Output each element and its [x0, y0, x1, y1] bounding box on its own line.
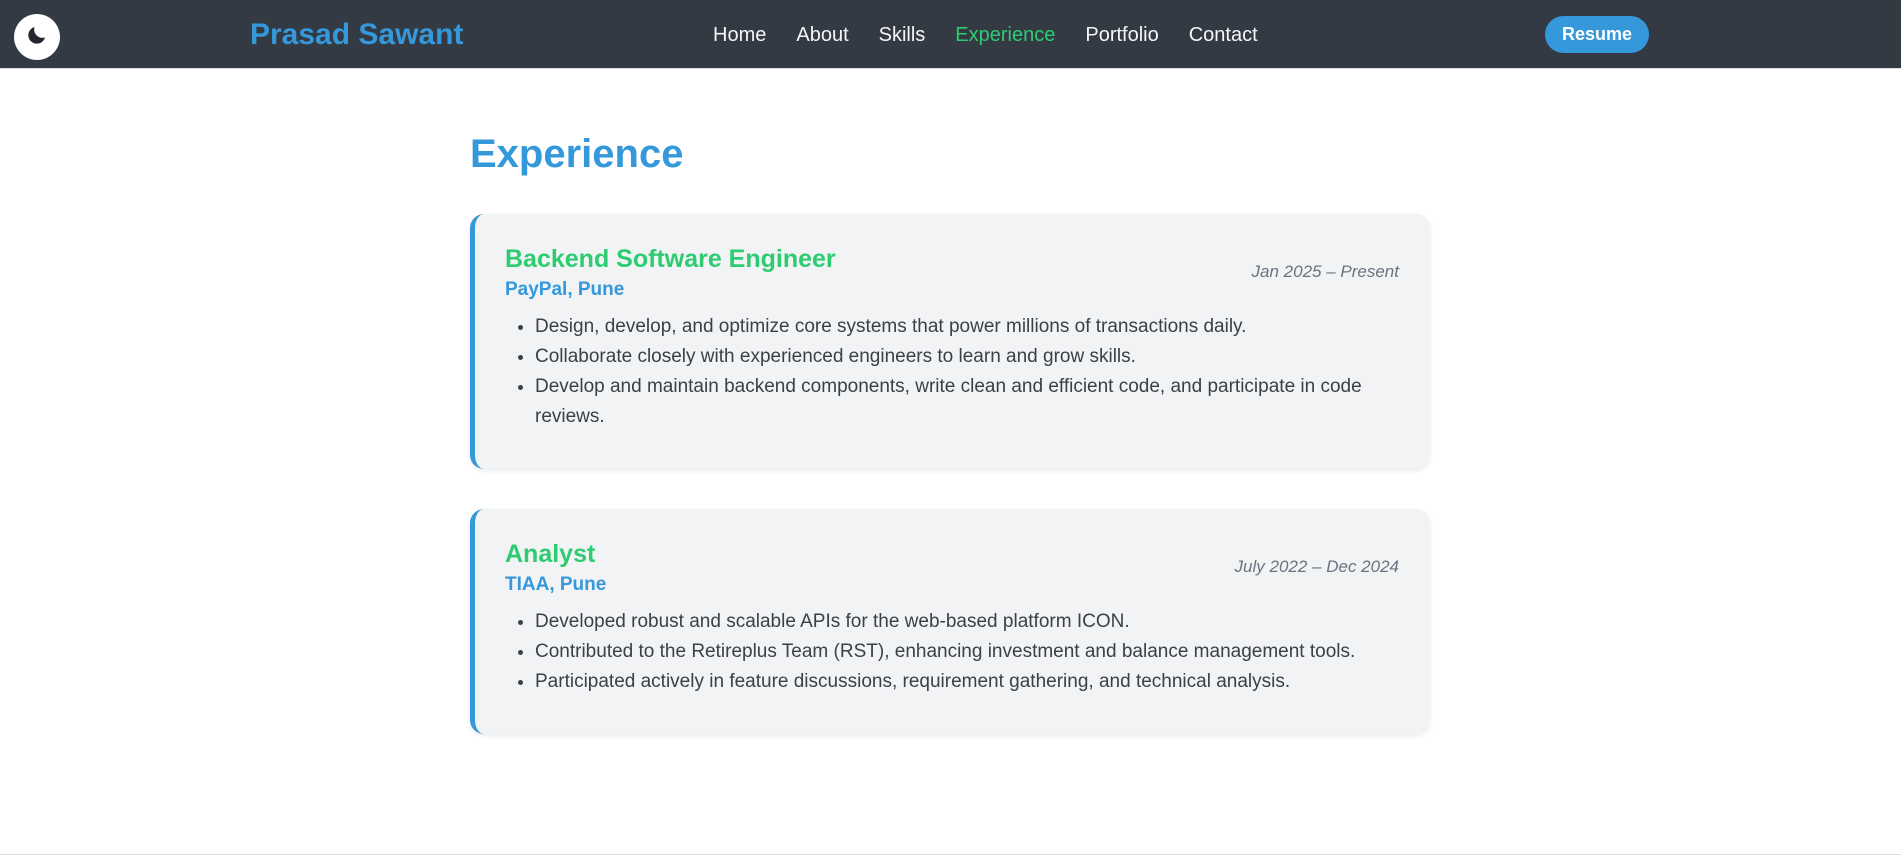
list-item: Develop and maintain backend components,… [535, 372, 1399, 432]
resume-button[interactable]: Resume [1545, 16, 1649, 53]
nav-link-home[interactable]: Home [713, 19, 766, 51]
nav-link-experience[interactable]: Experience [955, 19, 1055, 51]
job-duties-list: Design, develop, and optimize core syste… [505, 312, 1399, 432]
main-nav: Home About Skills Experience Portfolio C… [713, 19, 1288, 51]
list-item: Participated actively in feature discuss… [535, 667, 1399, 697]
nav-link-skills[interactable]: Skills [879, 19, 926, 51]
page-title: Experience [470, 132, 684, 176]
footer-divider [0, 854, 1901, 855]
experience-card: Analyst TIAA, Pune July 2022 – Dec 2024 … [470, 509, 1430, 734]
nav-link-about[interactable]: About [796, 19, 848, 51]
job-duties-list: Developed robust and scalable APIs for t… [505, 607, 1399, 697]
list-item: Developed robust and scalable APIs for t… [535, 607, 1399, 637]
list-item: Contributed to the Retireplus Team (RST)… [535, 637, 1399, 667]
job-dates: Jan 2025 – Present [1251, 262, 1399, 281]
list-item: Collaborate closely with experienced eng… [535, 342, 1399, 372]
experience-card: Backend Software Engineer PayPal, Pune J… [470, 214, 1430, 469]
list-item: Design, develop, and optimize core syste… [535, 312, 1399, 342]
job-dates: July 2022 – Dec 2024 [1234, 557, 1399, 576]
theme-toggle-button[interactable] [14, 14, 60, 60]
nav-link-portfolio[interactable]: Portfolio [1085, 19, 1158, 51]
moon-icon [25, 23, 49, 52]
brand-logo-text[interactable]: Prasad Sawant [250, 15, 463, 55]
nav-link-contact[interactable]: Contact [1189, 19, 1258, 51]
navbar: Prasad Sawant Home About Skills Experien… [0, 0, 1901, 69]
